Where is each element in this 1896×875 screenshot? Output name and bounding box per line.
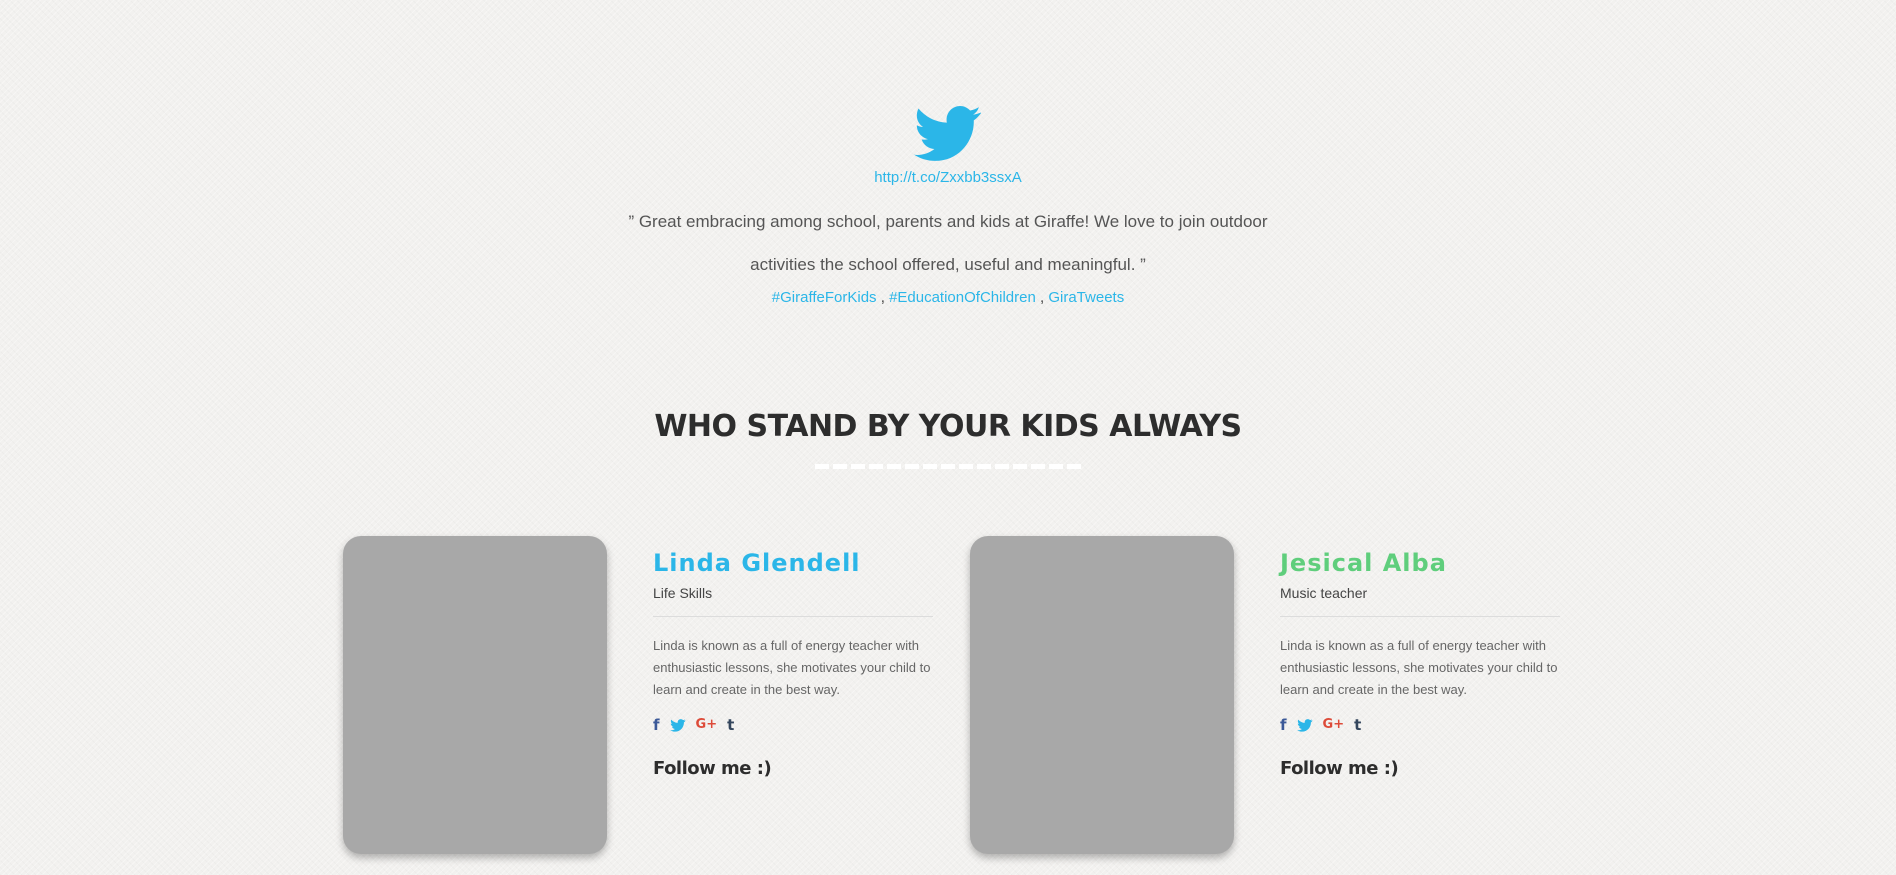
- twitter-bird-icon: [914, 105, 981, 161]
- section-title: WHO STAND BY YOUR KIDS ALWAYS: [654, 409, 1242, 444]
- teacher-bio: Linda is known as a full of energy teach…: [653, 638, 931, 697]
- tweet-quote-line-2: activities the school offered, useful an…: [750, 255, 1146, 274]
- follow-me-text: Follow me :): [1280, 758, 1399, 779]
- hashtag-separator: ,: [876, 289, 890, 306]
- hashtag-link-giratweets[interactable]: GiraTweets: [1048, 289, 1124, 306]
- facebook-icon[interactable]: f: [1280, 715, 1287, 735]
- google-plus-icon[interactable]: G+: [696, 715, 718, 735]
- hashtag-separator: ,: [1035, 289, 1049, 306]
- twitter-icon[interactable]: [1296, 718, 1313, 732]
- google-plus-icon[interactable]: G+: [1323, 715, 1345, 735]
- tweet-link[interactable]: http://t.co/Zxxbb3ssxA: [0, 168, 1896, 188]
- teacher-name: Linda Glendell: [653, 549, 861, 577]
- tumblr-icon[interactable]: t: [727, 715, 734, 735]
- teacher-info: Jesical Alba Music teacher Linda is know…: [1280, 548, 1560, 781]
- divider: [1280, 616, 1560, 617]
- teacher-info: Linda Glendell Life Skills Linda is know…: [653, 548, 933, 781]
- tweet-quote: ” Great embracing among school, parents …: [598, 200, 1298, 286]
- teacher-photo: [343, 536, 607, 854]
- tumblr-icon[interactable]: t: [1354, 715, 1361, 735]
- teacher-card-linda-glendell: Linda Glendell Life Skills Linda is know…: [343, 536, 963, 856]
- teacher-role: Life Skills: [653, 585, 713, 601]
- teacher-photo: [970, 536, 1234, 854]
- facebook-icon[interactable]: f: [653, 715, 660, 735]
- social-links: f G+ t: [653, 715, 933, 735]
- teacher-bio: Linda is known as a full of energy teach…: [1280, 638, 1558, 697]
- hashtag-link-giraffeforkids[interactable]: #GiraffeForKids: [772, 289, 877, 306]
- tweet-quote-line-1: ” Great embracing among school, parents …: [628, 212, 1268, 231]
- social-links: f G+ t: [1280, 715, 1560, 735]
- teacher-card-jesical-alba: Jesical Alba Music teacher Linda is know…: [970, 536, 1590, 856]
- divider: [653, 616, 933, 617]
- twitter-icon[interactable]: [669, 718, 686, 732]
- teacher-name: Jesical Alba: [1280, 549, 1447, 577]
- tweet-hashtags: #GiraffeForKids , #EducationOfChildren ,…: [0, 288, 1896, 308]
- teacher-role: Music teacher: [1280, 585, 1368, 601]
- title-dashed-underline: [815, 464, 1085, 469]
- follow-me-text: Follow me :): [653, 758, 772, 779]
- hashtag-link-educationofchildren[interactable]: #EducationOfChildren: [889, 289, 1036, 306]
- twitter-testimonial: http://t.co/Zxxbb3ssxA ” Great embracing…: [0, 105, 1896, 308]
